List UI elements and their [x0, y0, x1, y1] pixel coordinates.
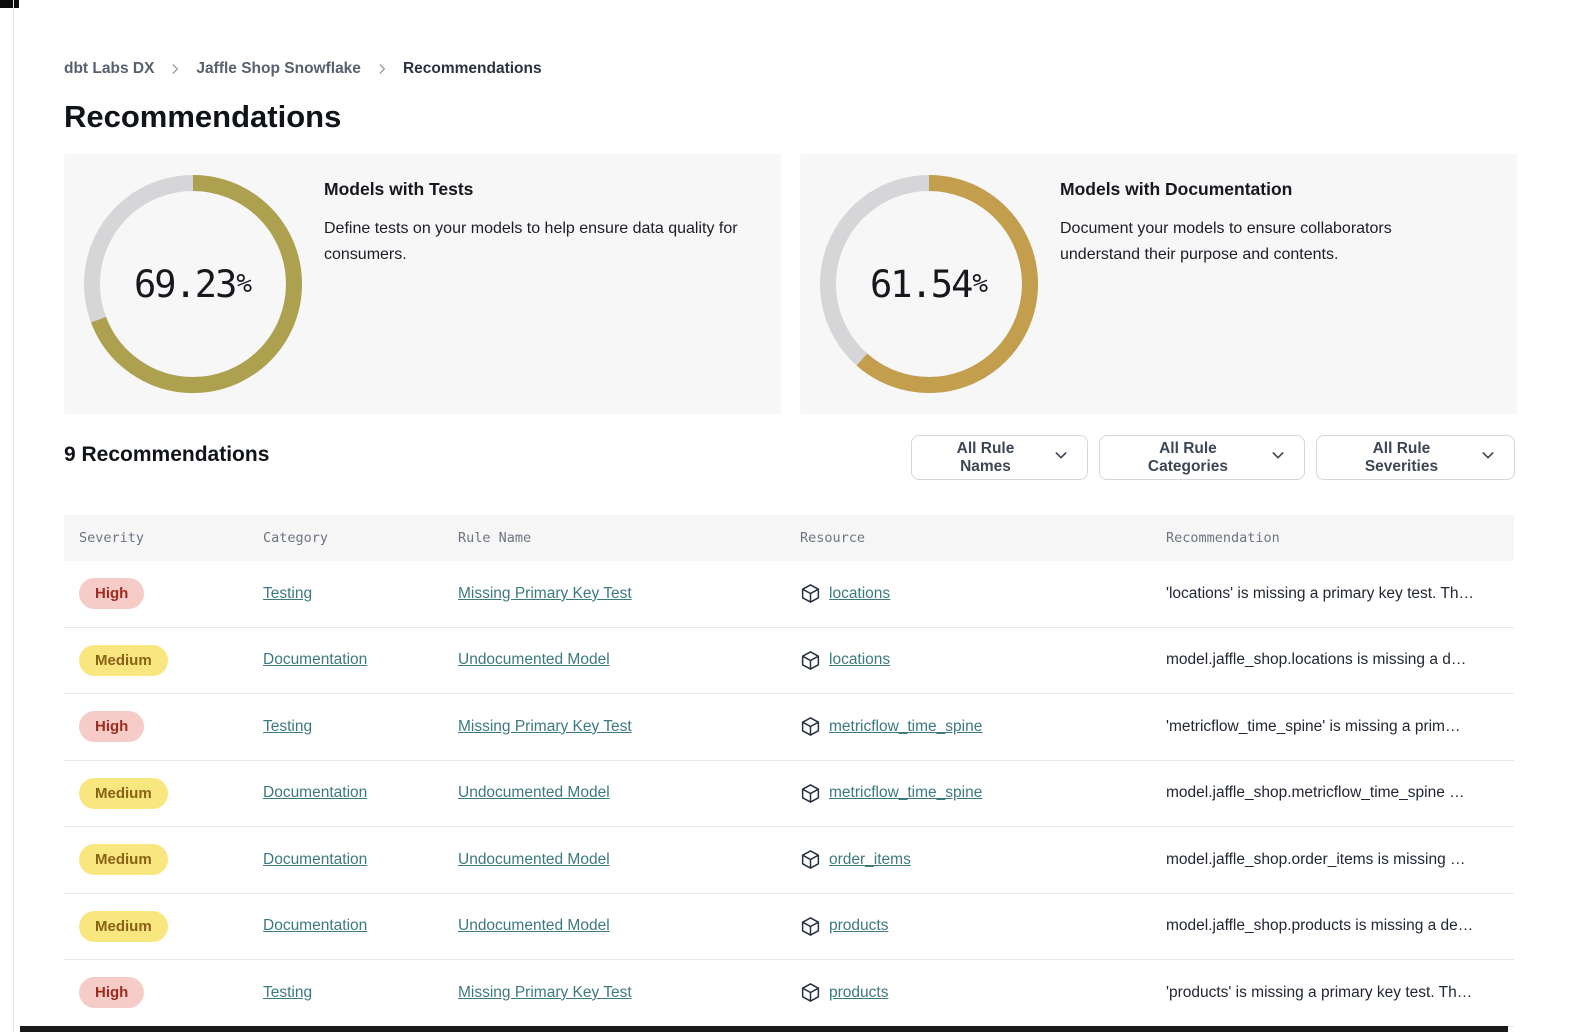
- category-link[interactable]: Documentation: [263, 784, 367, 802]
- metric-card-models-with-tests: 69.23% Models with Tests Define tests on…: [64, 154, 781, 414]
- breadcrumb-item-account[interactable]: dbt Labs DX: [64, 60, 154, 78]
- donut-chart-tests: 69.23%: [83, 174, 303, 394]
- severity-badge: Medium: [79, 645, 168, 676]
- column-header-resource: Resource: [800, 530, 1166, 546]
- breadcrumb-item-current: Recommendations: [403, 60, 542, 78]
- table-row: High Testing Missing Primary Key Test pr…: [64, 960, 1514, 1027]
- category-link[interactable]: Documentation: [263, 651, 367, 669]
- severity-badge: Medium: [79, 844, 168, 875]
- resource-link[interactable]: locations: [829, 585, 890, 603]
- model-cube-icon: [800, 650, 821, 671]
- cutoff-content-bar: [20, 1026, 1508, 1032]
- chevron-down-icon: [1053, 447, 1069, 468]
- model-cube-icon: [800, 583, 821, 604]
- metric-card-models-with-documentation: 61.54% Models with Documentation Documen…: [800, 154, 1517, 414]
- rule-name-link[interactable]: Missing Primary Key Test: [458, 718, 632, 736]
- recommendations-count: 9 Recommendations: [64, 443, 269, 467]
- column-header-category: Category: [263, 530, 458, 546]
- page: dbt Labs DX Jaffle Shop Snowflake Recomm…: [0, 0, 1578, 1032]
- card-description: Define tests on your models to help ensu…: [324, 216, 776, 268]
- recommendation-text: model.jaffle_shop.metricflow_time_spine …: [1166, 784, 1465, 802]
- resource-link[interactable]: metricflow_time_spine: [829, 718, 982, 736]
- filter-bar: All Rule Names All Rule Categories All R…: [911, 435, 1515, 480]
- table-header-row: Severity Category Rule Name Resource Rec…: [64, 515, 1514, 561]
- category-link[interactable]: Documentation: [263, 851, 367, 869]
- category-link[interactable]: Testing: [263, 585, 312, 603]
- rule-categories-filter-dropdown[interactable]: All Rule Categories: [1099, 435, 1305, 480]
- severity-badge: High: [79, 977, 144, 1008]
- rule-name-link[interactable]: Undocumented Model: [458, 651, 610, 669]
- rule-names-filter-dropdown[interactable]: All Rule Names: [911, 435, 1088, 480]
- severity-badge: High: [79, 578, 144, 609]
- resource-link[interactable]: products: [829, 917, 888, 935]
- category-link[interactable]: Testing: [263, 718, 312, 736]
- resource-link[interactable]: products: [829, 984, 888, 1002]
- card-title: Models with Tests: [324, 179, 776, 200]
- donut-chart-documentation: 61.54%: [819, 174, 1039, 394]
- breadcrumb-item-project[interactable]: Jaffle Shop Snowflake: [196, 60, 361, 78]
- resource-link[interactable]: metricflow_time_spine: [829, 784, 982, 802]
- corner-artifact: [0, 0, 19, 8]
- filter-label: All Rule Names: [930, 440, 1041, 476]
- rule-name-link[interactable]: Undocumented Model: [458, 784, 610, 802]
- table-row: Medium Documentation Undocumented Model …: [64, 761, 1514, 828]
- model-cube-icon: [800, 716, 821, 737]
- resource-link[interactable]: order_items: [829, 851, 911, 869]
- severity-badge: Medium: [79, 778, 168, 809]
- table-row: Medium Documentation Undocumented Model …: [64, 827, 1514, 894]
- column-header-rule-name: Rule Name: [458, 530, 800, 546]
- rule-name-link[interactable]: Undocumented Model: [458, 917, 610, 935]
- severity-badge: Medium: [79, 911, 168, 942]
- recommendations-table: Severity Category Rule Name Resource Rec…: [64, 515, 1514, 1027]
- table-body: High Testing Missing Primary Key Test lo…: [64, 561, 1514, 1027]
- category-link[interactable]: Documentation: [263, 917, 367, 935]
- page-title: Recommendations: [64, 99, 341, 135]
- model-cube-icon: [800, 849, 821, 870]
- recommendation-text: 'metricflow_time_spine' is missing a pri…: [1166, 718, 1460, 736]
- severity-badge: High: [79, 711, 144, 742]
- chevron-right-icon: [168, 62, 182, 76]
- chevron-right-icon: [375, 62, 389, 76]
- rule-name-link[interactable]: Missing Primary Key Test: [458, 984, 632, 1002]
- filter-label: All Rule Categories: [1118, 440, 1258, 476]
- recommendation-text: model.jaffle_shop.products is missing a …: [1166, 917, 1473, 935]
- recommendation-text: model.jaffle_shop.locations is missing a…: [1166, 651, 1466, 669]
- donut-percent-label: 61.54%: [819, 174, 1039, 394]
- rule-severities-filter-dropdown[interactable]: All Rule Severities: [1316, 435, 1515, 480]
- recommendation-text: model.jaffle_shop.order_items is missing…: [1166, 851, 1466, 869]
- resource-link[interactable]: locations: [829, 651, 890, 669]
- table-row: High Testing Missing Primary Key Test lo…: [64, 561, 1514, 628]
- model-cube-icon: [800, 916, 821, 937]
- model-cube-icon: [800, 982, 821, 1003]
- card-title: Models with Documentation: [1060, 179, 1432, 200]
- table-row: Medium Documentation Undocumented Model …: [64, 894, 1514, 961]
- filter-label: All Rule Severities: [1335, 440, 1468, 476]
- rule-name-link[interactable]: Undocumented Model: [458, 851, 610, 869]
- left-divider: [13, 0, 14, 1032]
- table-row: Medium Documentation Undocumented Model …: [64, 628, 1514, 695]
- donut-percent-label: 69.23%: [83, 174, 303, 394]
- recommendation-text: 'products' is missing a primary key test…: [1166, 984, 1472, 1002]
- card-description: Document your models to ensure collabora…: [1060, 216, 1432, 268]
- category-link[interactable]: Testing: [263, 984, 312, 1002]
- chevron-down-icon: [1270, 447, 1286, 468]
- breadcrumb: dbt Labs DX Jaffle Shop Snowflake Recomm…: [64, 60, 542, 78]
- model-cube-icon: [800, 783, 821, 804]
- table-row: High Testing Missing Primary Key Test me…: [64, 694, 1514, 761]
- column-header-recommendation: Recommendation: [1166, 530, 1514, 546]
- rule-name-link[interactable]: Missing Primary Key Test: [458, 585, 632, 603]
- column-header-severity: Severity: [79, 530, 263, 546]
- chevron-down-icon: [1480, 447, 1496, 468]
- recommendation-text: 'locations' is missing a primary key tes…: [1166, 585, 1474, 603]
